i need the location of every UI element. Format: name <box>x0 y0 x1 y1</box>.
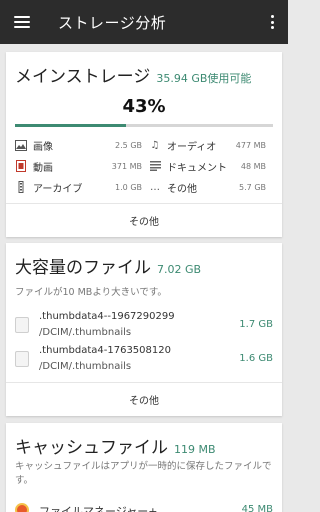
app-bar: ストレージ分析 <box>0 0 288 44</box>
large-files-total: 7.02 GB <box>157 263 202 276</box>
cache-files-card: キャッシュファイル 119 MB キャッシュファイルはアプリが一時的に保存したフ… <box>6 423 282 512</box>
cache-files-title: キャッシュファイル <box>15 438 168 458</box>
other-icon: … <box>150 181 160 193</box>
cache-files-description: キャッシュファイルはアプリが一時的に保存したファイルです。 <box>15 461 272 487</box>
category-video[interactable]: 動画 371 MB <box>15 159 142 174</box>
main-storage-more-button[interactable]: その他 <box>6 203 282 237</box>
app-name: ファイルマネージャー+ <box>39 505 158 512</box>
category-archives[interactable]: アーカイブ 1.0 GB <box>15 180 142 195</box>
cache-app-row[interactable]: ファイルマネージャー+ 45 MB <box>15 502 273 512</box>
file-name: .thumbdata4-1763508120 <box>39 345 171 356</box>
large-files-title: 大容量のファイル <box>15 258 151 278</box>
file-path: /DCIM/.thumbnails <box>39 361 132 372</box>
category-other[interactable]: … その他 5.7 GB <box>149 180 266 195</box>
app-title: ストレージ分析 <box>58 13 167 32</box>
main-storage-title: メインストレージ <box>15 67 151 87</box>
usage-progress-bar <box>15 124 273 127</box>
main-storage-card: メインストレージ 35.94 GB使用可能 43% 画像 2.5 GB ♫ オー… <box>6 52 282 237</box>
category-audio[interactable]: ♫ オーディオ 477 MB <box>149 138 266 153</box>
file-row[interactable]: .thumbdata4-1763508120 /DCIM/.thumbnails… <box>15 343 273 379</box>
available-space: 35.94 GB使用可能 <box>156 72 252 85</box>
category-documents[interactable]: ドキュメント 48 MB <box>149 159 266 174</box>
large-files-card: 大容量のファイル 7.02 GB ファイルが10 MBより大きいです。 .thu… <box>6 243 282 416</box>
large-files-more-button[interactable]: その他 <box>6 382 282 416</box>
file-name: .thumbdata4--1967290299 <box>39 311 175 322</box>
video-icon <box>15 160 27 172</box>
app-icon <box>15 503 29 512</box>
more-options-icon[interactable] <box>270 15 274 29</box>
archive-icon <box>15 181 27 193</box>
file-icon <box>15 351 29 367</box>
cache-files-total: 119 MB <box>174 443 216 456</box>
music-note-icon: ♫ <box>150 139 160 151</box>
large-files-description: ファイルが10 MBより大きいです。 <box>15 287 167 298</box>
image-icon <box>15 139 27 151</box>
usage-percent: 43% <box>122 96 166 117</box>
hamburger-menu-icon[interactable] <box>14 16 30 28</box>
file-path: /DCIM/.thumbnails <box>39 327 132 338</box>
file-row[interactable]: .thumbdata4--1967290299 /DCIM/.thumbnail… <box>15 309 273 345</box>
category-images[interactable]: 画像 2.5 GB <box>15 138 142 153</box>
file-icon <box>15 317 29 333</box>
document-icon <box>149 160 161 172</box>
app-cache-size: 45 MB <box>241 504 273 512</box>
file-size: 1.6 GB <box>239 353 273 364</box>
usage-progress-fill <box>15 124 126 127</box>
file-size: 1.7 GB <box>239 319 273 330</box>
